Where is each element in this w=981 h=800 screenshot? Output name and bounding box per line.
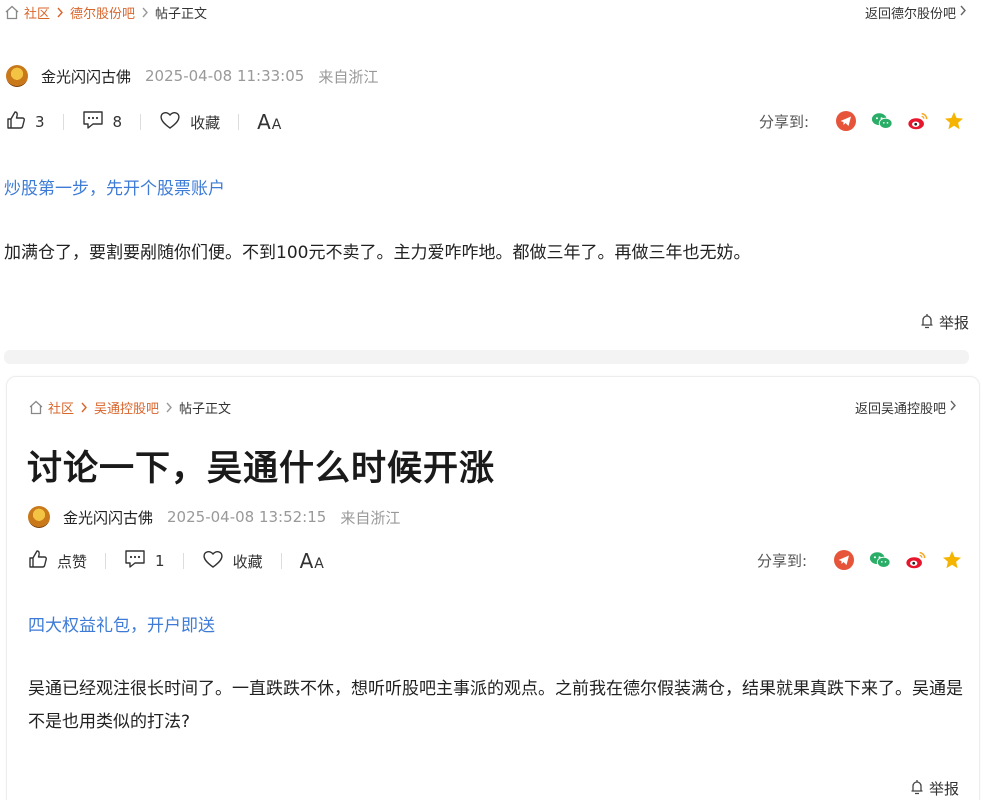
report-button[interactable]: 举报 xyxy=(909,778,959,799)
section-divider xyxy=(4,350,969,364)
weibo-icon[interactable] xyxy=(907,110,929,132)
share-label: 分享到: xyxy=(757,551,808,570)
star-icon[interactable] xyxy=(943,110,965,132)
back-link-label: 返回德尔股份吧 xyxy=(864,7,956,22)
report-label: 举报 xyxy=(928,780,959,798)
report-bell-icon xyxy=(909,779,925,799)
breadcrumb-community-link[interactable]: 社区 xyxy=(24,3,50,22)
share-label: 分享到: xyxy=(759,112,810,131)
report-label: 举报 xyxy=(938,314,969,332)
share-telegram-icon[interactable] xyxy=(835,110,857,132)
action-bar: 3 8 收藏 AA xyxy=(6,110,282,134)
post-location: 来自浙江 xyxy=(318,67,379,86)
divider xyxy=(62,114,64,130)
divider xyxy=(140,114,142,130)
divider xyxy=(182,553,184,569)
post-location: 来自浙江 xyxy=(340,508,401,527)
chevron-right-icon xyxy=(959,5,967,20)
post-meta: 金光闪闪古佛 2025-04-08 13:52:15 来自浙江 xyxy=(28,506,400,528)
post-meta: 金光闪闪古佛 2025-04-08 11:33:05 来自浙江 xyxy=(6,65,378,87)
share-bar: 分享到: xyxy=(759,110,965,132)
share-telegram-icon[interactable] xyxy=(833,549,855,571)
comment-button[interactable]: 1 xyxy=(124,549,165,573)
avatar[interactable] xyxy=(28,506,50,528)
comment-icon xyxy=(82,110,104,134)
breadcrumb-forum-link[interactable]: 德尔股份吧 xyxy=(70,3,135,22)
home-icon[interactable] xyxy=(4,5,20,20)
divider xyxy=(238,114,240,130)
star-icon[interactable] xyxy=(941,549,963,571)
post-content: 吴通已经观注很长时间了。一直跌跌不休，想听听股吧主事派的观点。之前我在德尔假装满… xyxy=(28,679,963,732)
heart-icon xyxy=(159,110,181,134)
font-size-toggle[interactable]: AA xyxy=(300,549,325,573)
thumbs-up-icon xyxy=(6,110,26,134)
divider xyxy=(105,553,107,569)
breadcrumb-community-link[interactable]: 社区 xyxy=(48,398,74,417)
chevron-right-icon xyxy=(165,402,173,413)
font-size-small-label: A xyxy=(314,556,325,572)
favorite-button[interactable]: 收藏 xyxy=(159,110,220,134)
font-size-big-label: A xyxy=(257,110,272,134)
breadcrumb-current: 帖子正文 xyxy=(179,402,232,417)
back-to-forum-link[interactable]: 返回吴通控股吧 xyxy=(855,398,957,417)
action-bar: 点赞 1 收藏 AA xyxy=(28,549,325,573)
weibo-icon[interactable] xyxy=(905,549,927,571)
report-button[interactable]: 举报 xyxy=(919,312,969,333)
like-button[interactable]: 3 xyxy=(6,110,45,134)
chevron-right-icon xyxy=(56,7,64,18)
favorite-button[interactable]: 收藏 xyxy=(202,549,263,573)
author-name[interactable]: 金光闪闪古佛 xyxy=(63,507,153,528)
author-name[interactable]: 金光闪闪古佛 xyxy=(41,66,131,87)
post-time: 2025-04-08 13:52:15 xyxy=(167,508,327,526)
favorite-label: 收藏 xyxy=(190,113,221,132)
like-count: 3 xyxy=(35,113,45,131)
post-title: 讨论一下，吴通什么时候开涨 xyxy=(27,449,496,489)
heart-icon xyxy=(202,549,224,573)
promo-link[interactable]: 四大权益礼包，开户即送 xyxy=(28,611,215,636)
report-bell-icon xyxy=(919,313,935,333)
breadcrumb-current: 帖子正文 xyxy=(155,7,208,22)
chevron-right-icon xyxy=(141,7,149,18)
share-bar: 分享到: xyxy=(757,549,963,571)
breadcrumb: 社区 德尔股份吧 帖子正文 xyxy=(4,3,207,22)
breadcrumb: 社区 吴通控股吧 帖子正文 xyxy=(28,398,231,417)
comment-count: 8 xyxy=(112,113,123,131)
wechat-icon[interactable] xyxy=(869,549,891,571)
chevron-right-icon xyxy=(949,400,957,415)
home-icon[interactable] xyxy=(28,400,44,415)
comment-icon xyxy=(124,549,146,573)
comment-button[interactable]: 8 xyxy=(82,110,123,134)
wechat-icon[interactable] xyxy=(871,110,893,132)
avatar[interactable] xyxy=(6,65,28,87)
font-size-toggle[interactable]: AA xyxy=(257,110,282,134)
breadcrumb-forum-link[interactable]: 吴通控股吧 xyxy=(94,398,159,417)
divider xyxy=(280,553,282,569)
back-to-forum-link[interactable]: 返回德尔股份吧 xyxy=(865,3,967,22)
font-size-small-label: A xyxy=(271,117,283,133)
favorite-label: 收藏 xyxy=(232,552,263,571)
back-link-label: 返回吴通控股吧 xyxy=(854,402,946,417)
comment-count: 1 xyxy=(155,552,165,570)
promo-link[interactable]: 炒股第一步，先开个股票账户 xyxy=(4,174,225,199)
like-button[interactable]: 点赞 xyxy=(28,549,87,573)
chevron-right-icon xyxy=(80,402,88,413)
thumbs-up-icon xyxy=(28,549,48,573)
like-label: 点赞 xyxy=(57,552,88,571)
font-size-big-label: A xyxy=(299,549,315,573)
post-content: 加满仓了，要割要剐随你们便。不到100元不卖了。主力爱咋咋地。都做三年了。再做三… xyxy=(4,243,751,263)
page: 社区 德尔股份吧 帖子正文 返回德尔股份吧 金光闪闪古佛 2025-04-08 … xyxy=(0,0,981,800)
post-time: 2025-04-08 11:33:05 xyxy=(145,67,305,85)
